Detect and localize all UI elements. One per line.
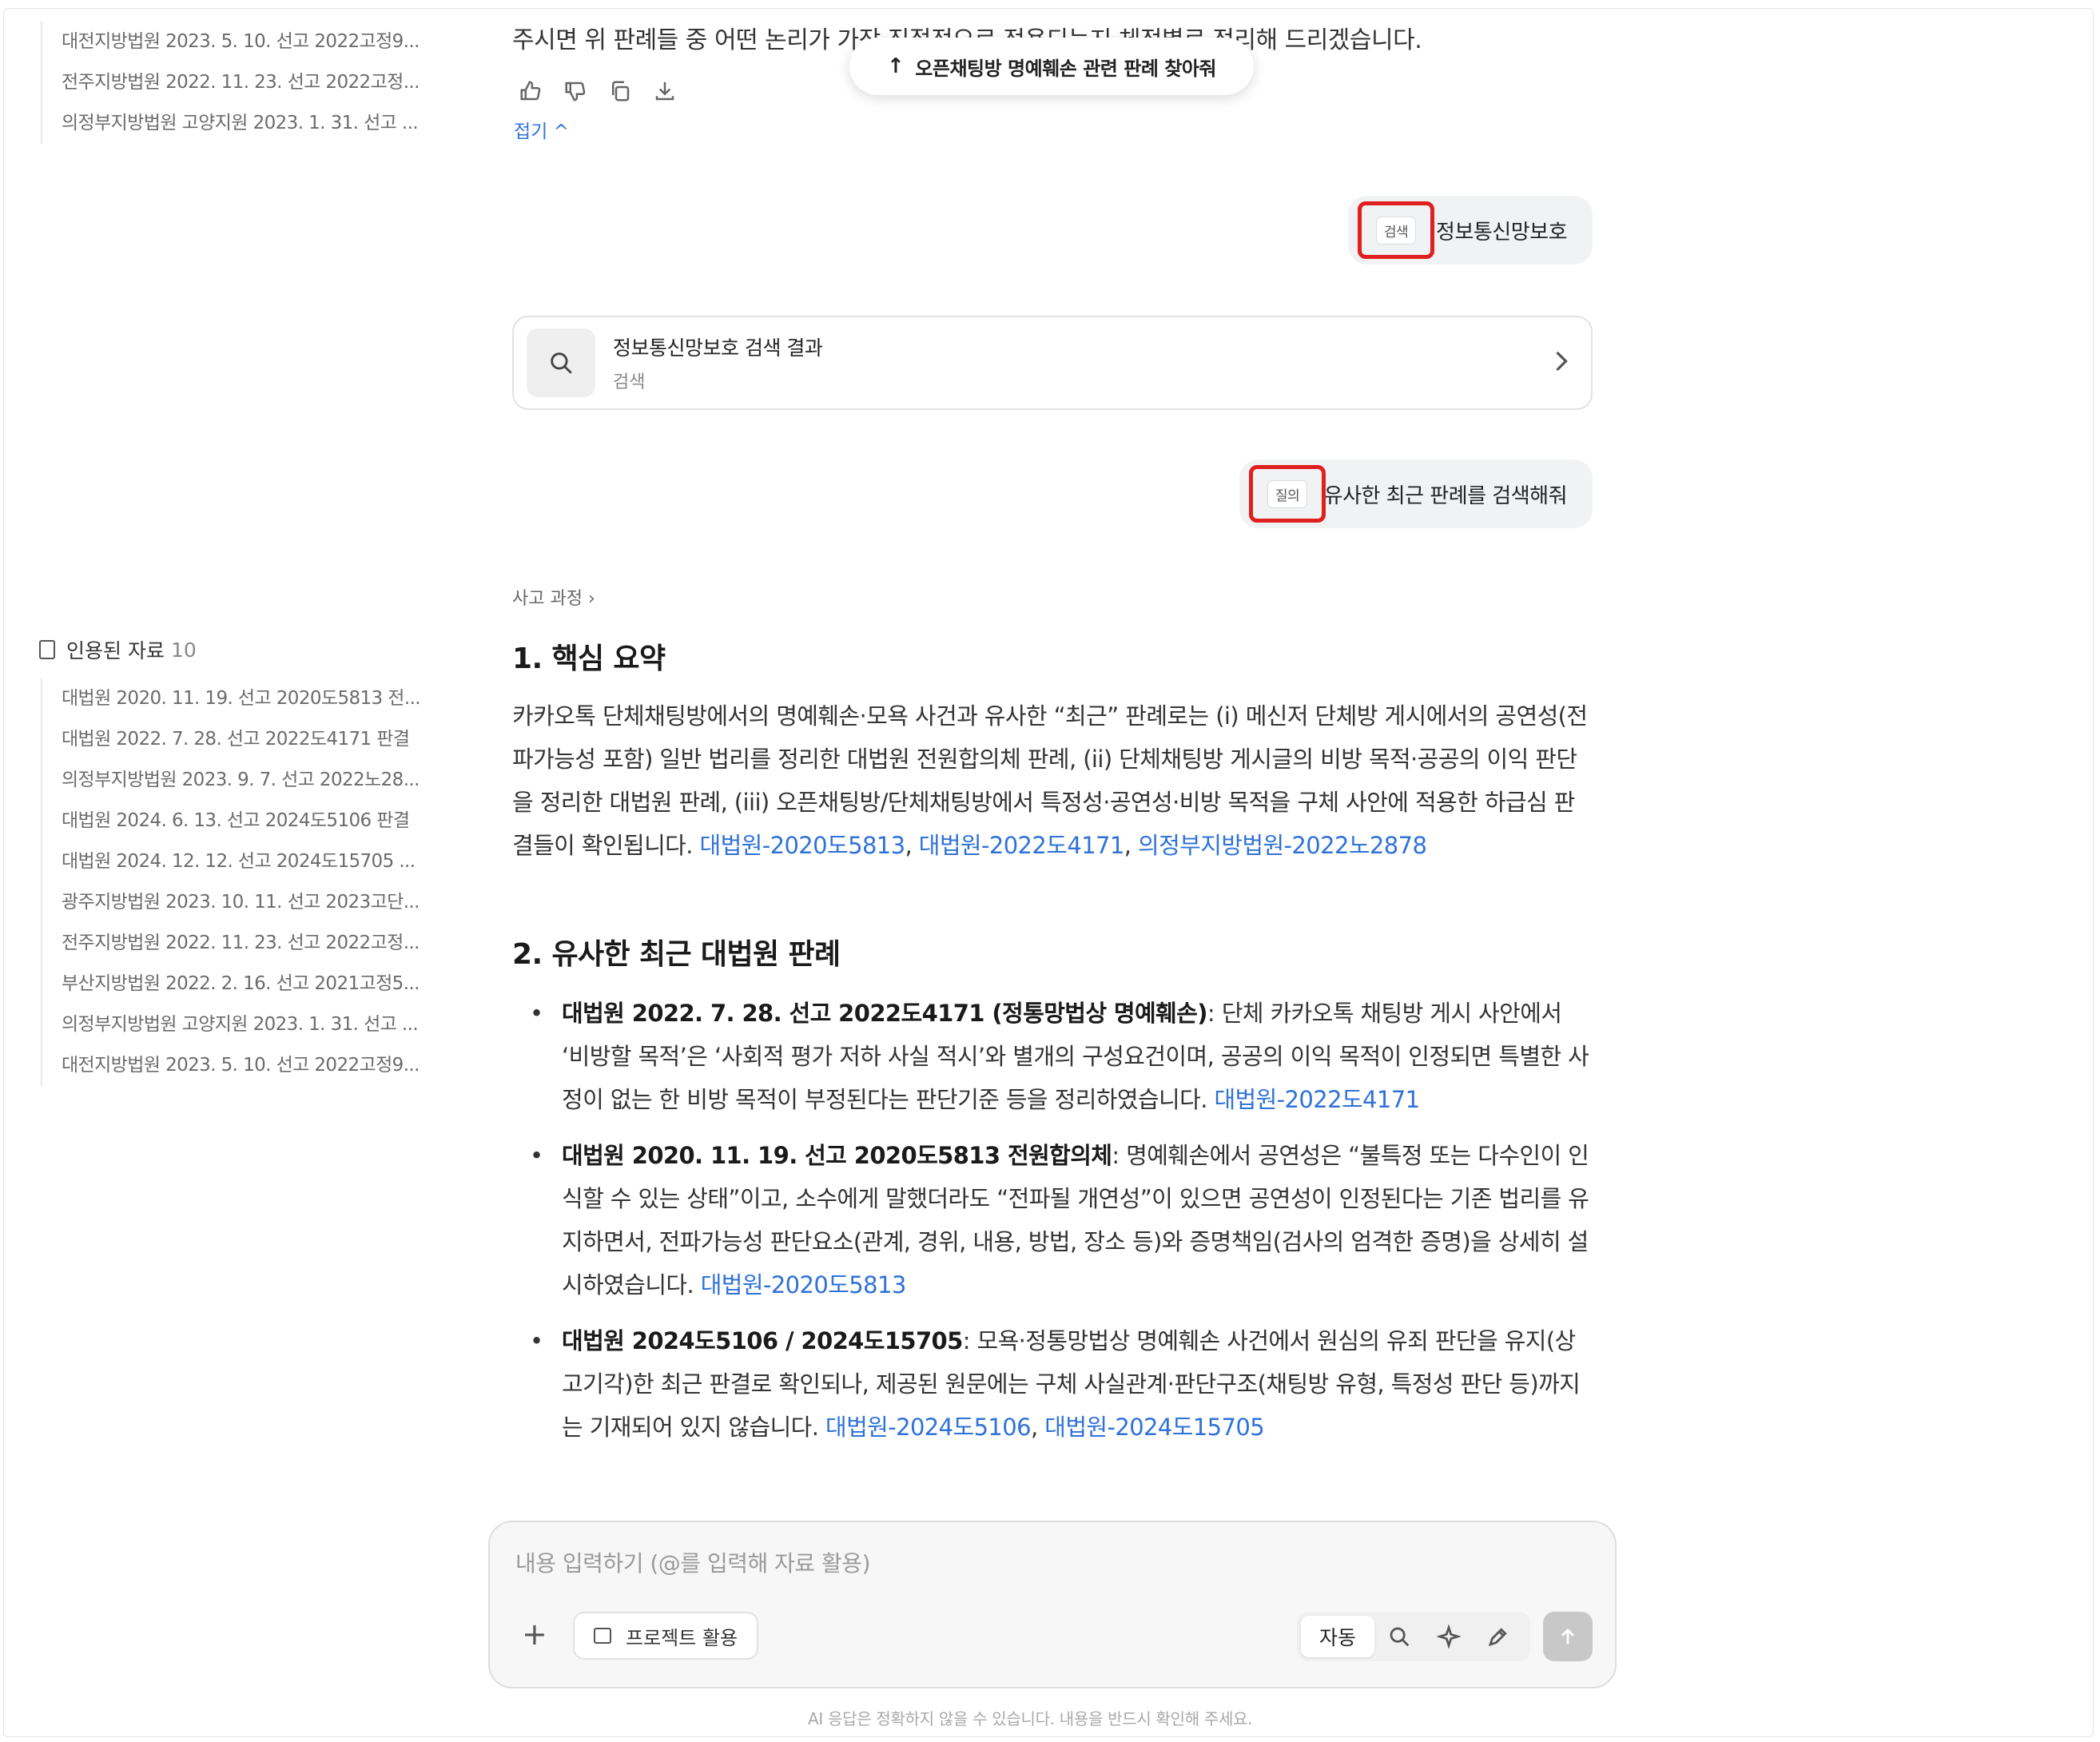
user-message-text: 유사한 최근 판례를 검색해줘	[1323, 483, 1568, 508]
section-heading: 1. 핵심 요약	[512, 642, 666, 675]
download-icon[interactable]	[651, 78, 678, 105]
copy-icon[interactable]	[607, 78, 634, 105]
case-list: 대법원 2022. 7. 28. 선고 2022도4171 (정통망법상 명예훼…	[512, 992, 1591, 1462]
project-button[interactable]: 프로젝트 활용	[573, 1612, 759, 1660]
auto-mode-button[interactable]: 자동	[1301, 1616, 1374, 1657]
response-actions	[517, 78, 678, 105]
citation-link[interactable]: 의정부지방법원-2022노2878	[1138, 832, 1427, 859]
citation-link[interactable]: 대법원-2024도15705	[1044, 1414, 1264, 1441]
thumbs-down-icon[interactable]	[562, 78, 589, 105]
plus-icon[interactable]: +	[522, 1618, 547, 1650]
cited-item[interactable]: 대법원 2024. 6. 13. 선고 2024도5106 판결	[62, 801, 445, 841]
folder-icon	[594, 1628, 611, 1644]
document-icon	[39, 640, 55, 659]
cited-item[interactable]: 광주지방법원 2023. 10. 11. 선고 2023고단...	[62, 882, 445, 923]
search-card-title: 정보통신망보호 검색 결과	[613, 336, 823, 360]
search-icon	[527, 328, 595, 397]
case-title: 대법원 2024도5106 / 2024도15705	[562, 1327, 963, 1354]
disclaimer-text: AI 응답은 정확하지 않을 수 있습니다. 내용을 반드시 확인해 주세요.	[808, 1709, 1253, 1728]
sidebar-item[interactable]: 대전지방법원 2023. 5. 10. 선고 2022고정9...	[62, 22, 445, 62]
cited-item[interactable]: 부산지방법원 2022. 2. 16. 선고 2021고정5...	[62, 964, 445, 1004]
highlight-box: 검색	[1358, 201, 1434, 259]
list-item: 대법원 2022. 7. 28. 선고 2022도4171 (정통망법상 명예훼…	[512, 992, 1591, 1121]
thumbs-up-icon[interactable]	[517, 78, 544, 105]
cited-sources-header[interactable]: 인용된 자료 10	[39, 635, 197, 664]
case-title: 대법원 2020. 11. 19. 선고 2020도5813 전원합의체	[562, 1142, 1112, 1169]
list-item: 대법원 2024도5106 / 2024도15705: 모욕·정통망법상 명예훼…	[512, 1319, 1591, 1449]
thinking-process-toggle[interactable]: 사고 과정 ›	[512, 584, 595, 610]
user-message-text: 정보통신망보호	[1436, 220, 1567, 245]
query-tag: 질의	[1267, 479, 1308, 508]
search-result-card[interactable]: 정보통신망보호 검색 결과 검색	[512, 316, 1593, 410]
sidebar-top-list: 대전지방법원 2023. 5. 10. 선고 2022고정9... 전주지방법원…	[41, 22, 445, 144]
cited-count: 10	[170, 638, 197, 662]
pen-icon[interactable]	[1474, 1616, 1523, 1657]
search-icon[interactable]	[1374, 1616, 1424, 1657]
summary-paragraph: 카카오톡 단체채팅방에서의 명예훼손·모욕 사건과 유사한 “최근” 판례로는 …	[512, 702, 1588, 859]
collapse-link[interactable]: 접기 ^	[514, 116, 569, 143]
search-tag: 검색	[1375, 216, 1417, 245]
citation-link[interactable]: 대법원-2020도5813	[700, 832, 906, 859]
search-card-subtitle: 검색	[613, 372, 646, 392]
cited-sources-list: 대법원 2020. 11. 19. 선고 2020도5813 전... 대법원 …	[41, 678, 445, 1086]
cited-item[interactable]: 대전지방법원 2023. 5. 10. 선고 2022고정9...	[62, 1045, 445, 1086]
citation-link[interactable]: 대법원-2024도5106	[825, 1414, 1032, 1441]
user-message-bubble: 질의 유사한 최근 판례를 검색해줘	[1239, 459, 1593, 528]
cited-item[interactable]: 의정부지방법원 고양지원 2023. 1. 31. 선고 ...	[62, 1004, 445, 1045]
sidebar-item[interactable]: 전주지방법원 2022. 11. 23. 선고 2022고정...	[62, 62, 445, 103]
message-input[interactable]: 내용 입력하기 (@를 입력해 자료 활용)	[515, 1546, 871, 1578]
sidebar-item[interactable]: 의정부지방법원 고양지원 2023. 1. 31. 선고 ...	[62, 103, 445, 144]
chevron-right-icon	[1553, 349, 1570, 376]
send-button[interactable]	[1543, 1612, 1593, 1661]
section-heading: 2. 유사한 최근 대법원 판례	[512, 938, 841, 971]
message-composer: 내용 입력하기 (@를 입력해 자료 활용) + 프로젝트 활용 자동	[488, 1521, 1617, 1688]
citation-link[interactable]: 대법원-2022도4171	[1214, 1086, 1420, 1113]
scroll-to-question-button[interactable]: ↑ 오픈채팅방 명예훼손 관련 판례 찾아줘	[849, 38, 1254, 95]
app-window: 대전지방법원 2023. 5. 10. 선고 2022고정9... 전주지방법원…	[3, 8, 2094, 1737]
cited-item[interactable]: 의정부지방법원 2023. 9. 7. 선고 2022노28...	[62, 760, 445, 801]
user-message-bubble: 검색 정보통신망보호	[1348, 196, 1593, 264]
cited-item[interactable]: 대법원 2020. 11. 19. 선고 2020도5813 전...	[62, 678, 445, 719]
case-title: 대법원 2022. 7. 28. 선고 2022도4171 (정통망법상 명예훼…	[562, 1000, 1208, 1027]
floating-label: 오픈채팅방 명예훼손 관련 판례 찾아줘	[915, 57, 1216, 80]
citation-link[interactable]: 대법원-2020도5813	[701, 1271, 907, 1299]
mode-toolbar: 자동	[1297, 1612, 1530, 1661]
project-label: 프로젝트 활용	[626, 1626, 738, 1649]
cited-item[interactable]: 전주지방법원 2022. 11. 23. 선고 2022고정...	[62, 923, 445, 964]
arrow-up-icon: ↑	[887, 54, 905, 78]
sparkle-icon[interactable]	[1424, 1616, 1474, 1657]
highlight-box: 질의	[1249, 465, 1326, 523]
cited-item[interactable]: 대법원 2024. 12. 12. 선고 2024도15705 ...	[62, 841, 445, 882]
citation-link[interactable]: 대법원-2022도4171	[919, 832, 1125, 859]
cited-label: 인용된 자료	[66, 639, 165, 662]
list-item: 대법원 2020. 11. 19. 선고 2020도5813 전원합의체: 명예…	[512, 1134, 1591, 1306]
cited-item[interactable]: 대법원 2022. 7. 28. 선고 2022도4171 판결	[62, 719, 445, 760]
